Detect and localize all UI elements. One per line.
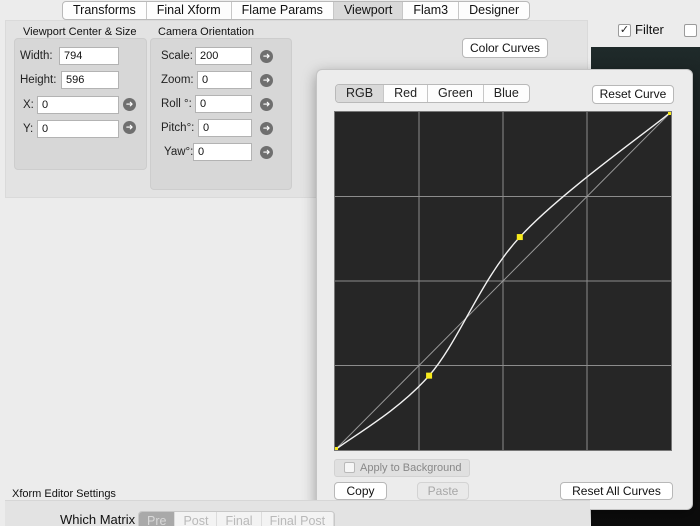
reset-all-curves-button[interactable]: Reset All Curves (560, 482, 673, 500)
viewport-group-title: Viewport Center & Size (23, 26, 137, 38)
color-curves-button[interactable]: Color Curves (462, 38, 548, 58)
y-apply-arrow-icon[interactable]: ➜ (123, 121, 136, 134)
y-field[interactable]: 0 (37, 120, 119, 138)
extra-checkbox[interactable] (684, 24, 697, 37)
curve-canvas[interactable] (332, 109, 674, 453)
yaw-label: Yaw°: (164, 146, 194, 158)
scale-field[interactable]: 200 (195, 47, 252, 65)
which-matrix-label: Which Matrix (60, 512, 136, 526)
pitch-apply-arrow-icon[interactable]: ➜ (260, 122, 273, 135)
channel-red[interactable]: Red (384, 85, 429, 102)
tab-viewport[interactable]: Viewport (333, 2, 404, 19)
filter-label: Filter (635, 22, 664, 37)
camera-group-title: Camera Orientation (158, 26, 254, 38)
tab-final-xform[interactable]: Final Xform (147, 2, 232, 19)
channel-green[interactable]: Green (428, 85, 484, 102)
curve-control-point[interactable] (426, 372, 433, 379)
tab-flame-params[interactable]: Flame Params (232, 2, 334, 19)
scale-apply-arrow-icon[interactable]: ➜ (260, 50, 273, 63)
x-label: X: (23, 99, 34, 111)
x-apply-arrow-icon[interactable]: ➜ (123, 98, 136, 111)
matrix-selector: Pre Post Final Final Post (138, 511, 336, 526)
apply-background-label: Apply to Background (360, 462, 462, 474)
roll-apply-arrow-icon[interactable]: ➜ (260, 98, 273, 111)
zoom-apply-arrow-icon[interactable]: ➜ (260, 74, 273, 87)
tab-flam3[interactable]: Flam3 (403, 2, 460, 19)
zoom-label: Zoom: (161, 74, 194, 86)
xform-editor-title: Xform Editor Settings (12, 488, 116, 500)
reset-curve-button[interactable]: Reset Curve (592, 85, 674, 104)
tab-transforms[interactable]: Transforms (63, 2, 147, 19)
zoom-field[interactable]: 0 (197, 71, 252, 89)
roll-field[interactable]: 0 (195, 95, 252, 113)
curve-control-point[interactable] (332, 447, 338, 453)
filter-checkbox[interactable]: ✓ (618, 24, 631, 37)
yaw-apply-arrow-icon[interactable]: ➜ (260, 146, 273, 159)
tab-designer[interactable]: Designer (459, 2, 529, 19)
matrix-final[interactable]: Final (217, 512, 262, 526)
yaw-field[interactable]: 0 (193, 143, 252, 161)
x-field[interactable]: 0 (37, 96, 119, 114)
pitch-label: Pitch°: (161, 122, 195, 134)
curve-control-point[interactable] (668, 109, 674, 115)
height-field[interactable]: 596 (61, 71, 119, 89)
scale-label: Scale: (161, 50, 193, 62)
channel-blue[interactable]: Blue (484, 85, 529, 102)
apply-background-checkbox[interactable] (344, 462, 355, 473)
pitch-field[interactable]: 0 (198, 119, 252, 137)
curve-control-point[interactable] (516, 234, 523, 241)
matrix-final-post[interactable]: Final Post (262, 512, 335, 526)
channel-selector: RGB Red Green Blue (335, 84, 530, 103)
paste-button[interactable]: Paste (417, 482, 469, 500)
apply-background-row: Apply to Background (334, 459, 470, 477)
y-label: Y: (23, 123, 34, 135)
matrix-post[interactable]: Post (175, 512, 218, 526)
curve-editor[interactable] (332, 109, 674, 453)
channel-rgb[interactable]: RGB (336, 85, 385, 102)
width-field[interactable]: 794 (59, 47, 119, 65)
matrix-pre[interactable]: Pre (139, 512, 176, 526)
copy-button[interactable]: Copy (334, 482, 387, 500)
height-label: Height: (20, 74, 57, 86)
roll-label: Roll °: (161, 98, 192, 110)
width-label: Width: (20, 50, 53, 62)
main-tab-bar: Transforms Final Xform Flame Params View… (62, 1, 531, 20)
color-curves-popover: RGB Red Green Blue Reset Curve Apply to … (316, 69, 693, 510)
